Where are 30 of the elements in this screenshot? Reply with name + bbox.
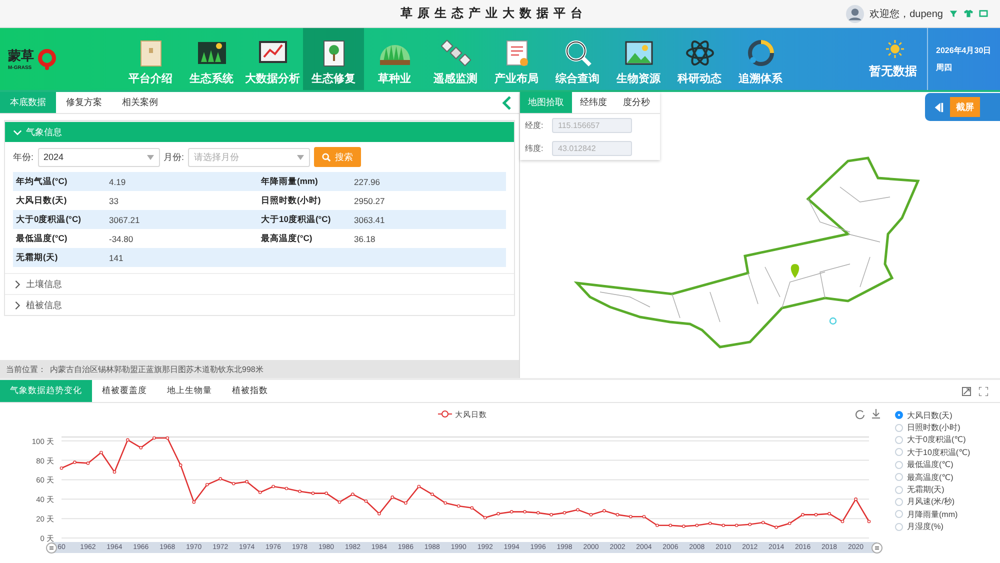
field-label: 月份: [164,150,184,164]
data-label: 日照时数(小时) [261,194,322,206]
data-label: 大于0度积温(°C) [16,214,82,226]
data-label: 年均气温(°C) [16,176,68,188]
location-label: 当前位置： [6,364,46,374]
data-value: 3067.21 [109,214,141,224]
data-label: 大风日数(天) [16,194,68,206]
field-label: 纬度: [525,143,544,154]
date-text: 2026年4月30日 [936,45,992,56]
data-label: 最低温度(°C) [16,232,68,244]
data-label: 年降雨量(mm) [261,176,319,188]
data-value: -34.80 [109,234,134,244]
location-text: 内蒙古自治区锡林郭勒盟正蓝旗那日图苏木道勒钦东北998米 [50,364,264,374]
data-value: 33 [109,196,120,206]
data-value: 2950.27 [354,196,386,206]
data-label: 最高温度(°C) [261,232,314,244]
field-label: 年份: [13,150,34,164]
data-label: 无霜期(天) [16,252,59,264]
data-value: 36.18 [354,234,376,244]
field-label: 经度: [525,120,544,131]
data-value: 227.96 [354,176,381,186]
data-value: 3063.41 [354,214,386,224]
weather-status: 暂无数据 [869,62,917,80]
app-title: 草原生态产业大数据平台 [400,5,588,22]
logo-name: 蒙草 [8,47,34,65]
data-value: 141 [109,252,124,262]
welcome-text: 欢迎您，dupeng [870,8,943,20]
data-value: 4.19 [109,176,127,186]
weekday-text: 周四 [936,62,953,73]
data-label: 大于10度积温(°C) [261,214,332,226]
